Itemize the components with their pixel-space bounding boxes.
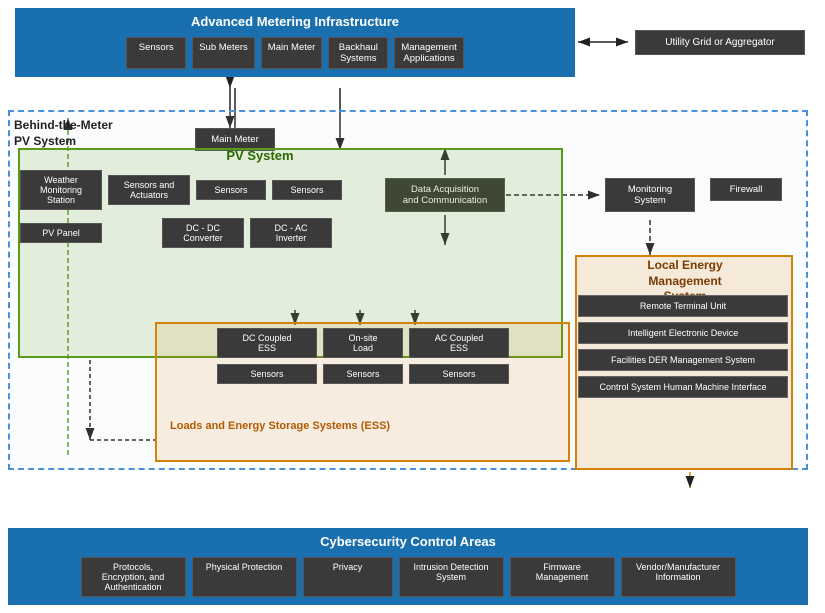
ess-sensors-box1: Sensors <box>217 364 317 384</box>
ami-title: Advanced Metering Infrastructure <box>17 10 573 33</box>
ess-sensors-box2: Sensors <box>323 364 403 384</box>
pv-row2: PV Panel DC - DCConverter DC - ACInverte… <box>20 218 560 248</box>
ami-boxes: Sensors Sub Meters Main Meter BackhaulSy… <box>17 33 573 75</box>
ess-title: Loads and Energy Storage Systems (ESS) <box>170 420 390 432</box>
onsite-load-box: On-siteLoad <box>323 328 403 358</box>
cyber-box-ids: Intrusion DetectionSystem <box>399 557 504 597</box>
ess-row1: DC CoupledESS On-siteLoad AC CoupledESS <box>158 328 568 358</box>
ac-coupled-ess-box: AC CoupledESS <box>409 328 509 358</box>
lems-inner: Remote Terminal Unit Intelligent Electro… <box>578 295 788 403</box>
lems-der-box: Facilities DER Management System <box>578 349 788 371</box>
lems-row-1: Remote Terminal Unit <box>578 295 788 317</box>
ess-row2: Sensors Sensors Sensors <box>158 364 568 384</box>
diagram: Advanced Metering Infrastructure Sensors… <box>0 0 825 613</box>
pv-sensors-box2: Sensors <box>272 180 342 200</box>
cyber-box-firmware: FirmwareManagement <box>510 557 615 597</box>
ess-sensors-box3: Sensors <box>409 364 509 384</box>
cyber-box-privacy: Privacy <box>303 557 393 597</box>
monitoring-box: MonitoringSystem <box>605 178 695 212</box>
dc-coupled-ess-box: DC CoupledESS <box>217 328 317 358</box>
sensors-actuators-box: Sensors andActuators <box>108 175 190 205</box>
lems-row-4: Control System Human Machine Interface <box>578 376 788 398</box>
main-meter-label: Main Meter <box>211 134 259 145</box>
pv-inner: WeatherMonitoringStation Sensors andActu… <box>20 170 560 248</box>
dc-dc-converter-box: DC - DCConverter <box>162 218 244 248</box>
firewall-label: Firewall <box>730 184 763 195</box>
ami-section: Advanced Metering Infrastructure Sensors… <box>15 8 575 77</box>
cyber-box-protocols: Protocols,Encryption, andAuthentication <box>81 557 186 597</box>
ess-inner: DC CoupledESS On-siteLoad AC CoupledESS … <box>158 328 568 384</box>
firewall-box: Firewall <box>710 178 782 201</box>
pv-title: PV System <box>160 148 360 163</box>
cyber-section: Cybersecurity Control Areas Protocols,En… <box>8 528 808 605</box>
dc-ac-inverter-box: DC - ACInverter <box>250 218 332 248</box>
pv-panel-box: PV Panel <box>20 223 102 243</box>
ami-box-mainmeter: Main Meter <box>261 37 323 69</box>
ami-box-mgmt: ManagementApplications <box>394 37 463 69</box>
lems-rtu-box: Remote Terminal Unit <box>578 295 788 317</box>
btm-label: Behind-the-MeterPV System <box>14 118 113 149</box>
pv-sensors-box1: Sensors <box>196 180 266 200</box>
ami-box-submeters: Sub Meters <box>192 37 255 69</box>
ess-title-label: Loads and Energy Storage Systems (ESS) <box>170 420 390 432</box>
utility-grid-label: Utility Grid or Aggregator <box>665 37 775 48</box>
utility-grid-box: Utility Grid or Aggregator <box>635 30 805 55</box>
lems-row-3: Facilities DER Management System <box>578 349 788 371</box>
weather-station-box: WeatherMonitoringStation <box>20 170 102 210</box>
cyber-box-vendor: Vendor/ManufacturerInformation <box>621 557 736 597</box>
lems-hmi-box: Control System Human Machine Interface <box>578 376 788 398</box>
lems-row-2: Intelligent Electronic Device <box>578 322 788 344</box>
cyber-title: Cybersecurity Control Areas <box>10 530 806 553</box>
ami-box-sensors: Sensors <box>126 37 186 69</box>
ami-box-backhaul: BackhaulSystems <box>328 37 388 69</box>
cyber-box-physical: Physical Protection <box>192 557 297 597</box>
cyber-boxes: Protocols,Encryption, andAuthentication … <box>10 553 806 603</box>
lems-ied-box: Intelligent Electronic Device <box>578 322 788 344</box>
pv-row1: WeatherMonitoringStation Sensors andActu… <box>20 170 560 210</box>
